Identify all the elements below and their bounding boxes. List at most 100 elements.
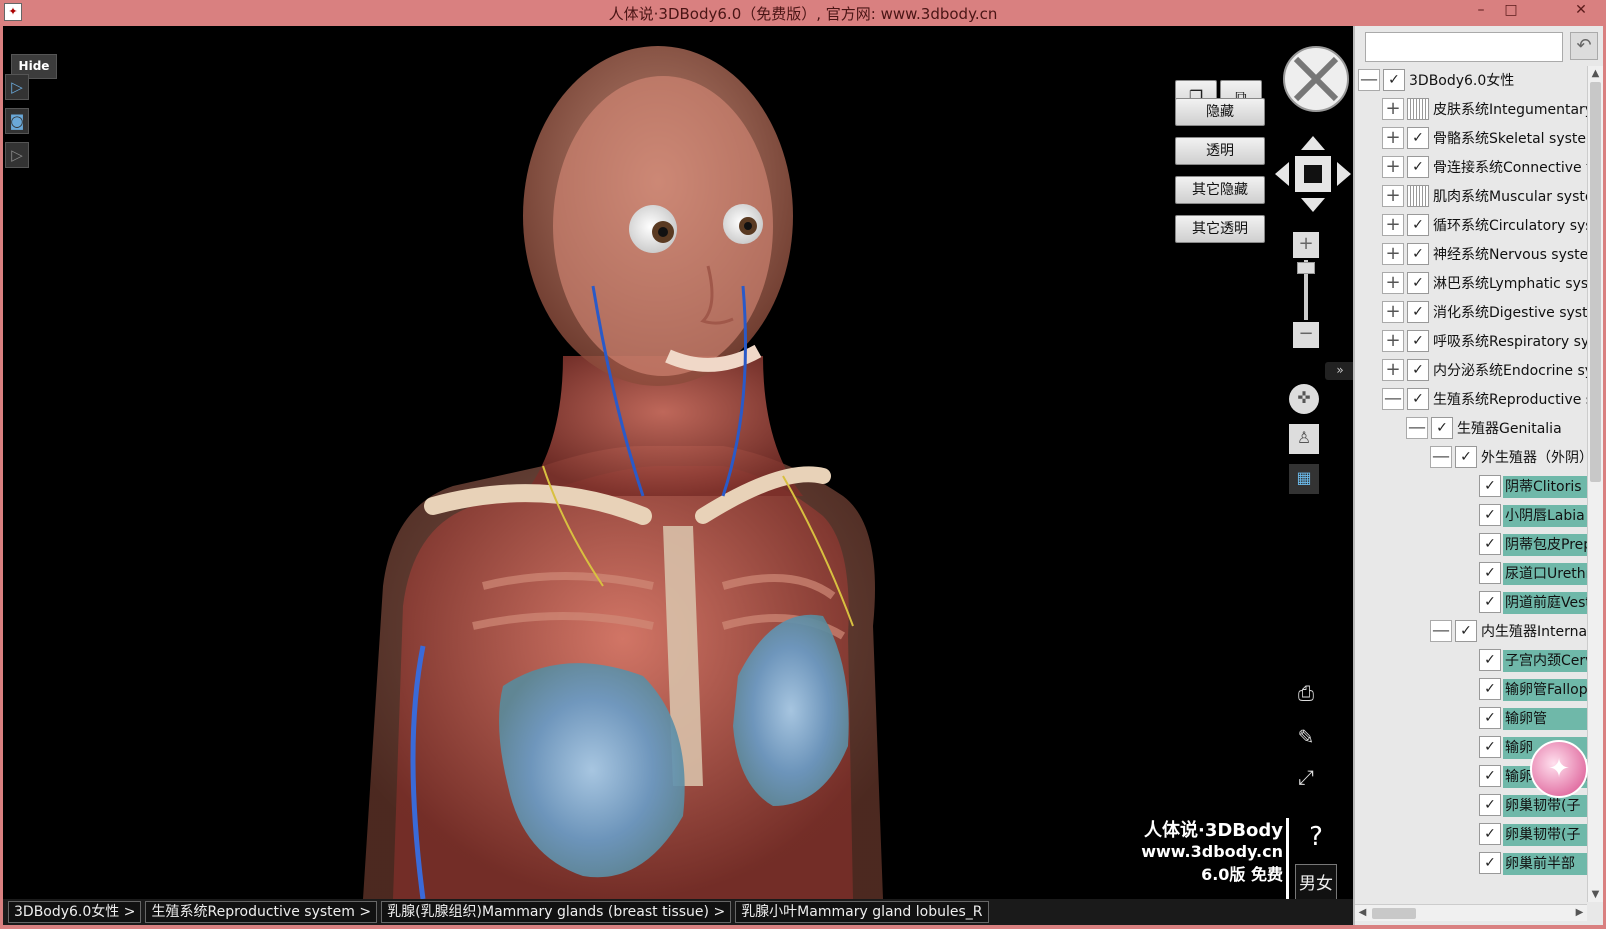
expand-icon[interactable]: +	[1382, 243, 1404, 265]
hide-selection-button[interactable]: 隐藏	[1175, 98, 1265, 126]
visibility-checkbox[interactable]: ✓	[1479, 765, 1501, 787]
search-input[interactable]	[1365, 32, 1563, 62]
tree-row[interactable]: +✓淋巴系统Lymphatic system	[1355, 269, 1587, 298]
tree-row[interactable]: — ✓ 生殖器Genitalia	[1355, 414, 1587, 443]
visibility-checkbox[interactable]: ✓	[1479, 504, 1501, 526]
collapse-icon[interactable]: —	[1382, 388, 1404, 410]
visibility-checkbox[interactable]: ✓	[1479, 475, 1501, 497]
expand-icon[interactable]: +	[1382, 156, 1404, 178]
expand-icon[interactable]: +	[1382, 127, 1404, 149]
tree-item-label[interactable]: 尿道口Urethra	[1503, 563, 1587, 585]
collapse-icon[interactable]: —	[1430, 620, 1452, 642]
tree-row[interactable]: ✓ 阴蒂Clitoris	[1355, 472, 1587, 501]
transparent-button[interactable]: 透明	[1175, 137, 1265, 165]
scroll-up-icon[interactable]: ▲	[1588, 66, 1603, 81]
collapse-icon[interactable]: —	[1358, 69, 1380, 91]
tree-item-label[interactable]: 内分泌系统Endocrine system	[1431, 360, 1587, 382]
tree-row[interactable]: ✓ 卵巢韧带(子	[1355, 820, 1587, 849]
assistant-bird-icon[interactable]: ✦	[1530, 740, 1588, 798]
hide-others-button[interactable]: 其它隐藏	[1175, 176, 1265, 204]
tree-item-label[interactable]: 骨连接系统Connective tissue	[1431, 157, 1587, 179]
minimize-button[interactable]: –	[1466, 0, 1496, 22]
expand-icon[interactable]: +	[1382, 330, 1404, 352]
scroll-right-icon[interactable]: ▶	[1572, 905, 1587, 921]
breadcrumb-item-reproductive[interactable]: 生殖系统Reproductive system >	[145, 901, 378, 923]
tree-item-label[interactable]: 皮肤系统Integumentary system	[1431, 99, 1587, 121]
rotate-center-icon[interactable]: ✜	[1289, 384, 1319, 414]
visibility-checkbox[interactable]: ✓	[1407, 243, 1429, 265]
visibility-checkbox[interactable]: ✓	[1479, 794, 1501, 816]
expand-icon[interactable]: +	[1382, 359, 1404, 381]
visibility-checkbox[interactable]: ✓	[1479, 707, 1501, 729]
expand-icon[interactable]: +	[1382, 272, 1404, 294]
visibility-checkbox[interactable]: ✓	[1431, 417, 1453, 439]
collapse-icon[interactable]: —	[1430, 446, 1452, 468]
tree-row[interactable]: +✓呼吸系统Respiratory system	[1355, 327, 1587, 356]
reset-view-icon[interactable]	[1281, 44, 1351, 114]
visibility-checkbox[interactable]: ✓	[1479, 736, 1501, 758]
pen-icon[interactable]: ✎	[1289, 720, 1323, 754]
tree-row[interactable]: +✓肌肉系统Muscular system	[1355, 182, 1587, 211]
play-icon[interactable]: ▷	[5, 74, 29, 100]
tree-item-label[interactable]: 卵巢前半部	[1503, 853, 1587, 875]
visibility-checkbox[interactable]: ✓	[1407, 359, 1429, 381]
tree-row[interactable]: ✓输卵管Fallopian	[1355, 675, 1587, 704]
tree-row[interactable]: +✓皮肤系统Integumentary system	[1355, 95, 1587, 124]
tree-item-label[interactable]: 小阴唇Labia	[1503, 505, 1587, 527]
gender-toggle-button[interactable]: 男女	[1295, 864, 1337, 899]
breadcrumb-item-root[interactable]: 3DBody6.0女性 >	[8, 901, 142, 923]
vertical-scrollbar[interactable]: ▲ ▼	[1587, 66, 1603, 902]
tree-item-label[interactable]: 阴蒂包皮Prepuce	[1503, 534, 1587, 556]
tree-item-label[interactable]: 消化系统Digestive system	[1431, 302, 1587, 324]
breadcrumb-item-mammary[interactable]: 乳腺(乳腺组织)Mammary glands (breast tissue) >	[381, 901, 732, 923]
scroll-down-icon[interactable]: ▼	[1588, 887, 1603, 902]
visibility-checkbox[interactable]: ✓	[1479, 649, 1501, 671]
visibility-checkbox[interactable]: ✓	[1407, 156, 1429, 178]
visibility-checkbox[interactable]: ✓	[1479, 678, 1501, 700]
tree-item-label[interactable]: 输卵管Fallopian	[1503, 679, 1587, 701]
visibility-checkbox[interactable]: ✓	[1479, 562, 1501, 584]
collapse-panel-button[interactable]: »	[1325, 362, 1353, 380]
print-icon[interactable]: ⎙	[1289, 676, 1323, 710]
visibility-checkbox[interactable]: ✓	[1455, 620, 1477, 642]
tree-row[interactable]: +✓消化系统Digestive system	[1355, 298, 1587, 327]
tree-row[interactable]: ✓ 输卵管	[1355, 704, 1587, 733]
visibility-checkbox[interactable]: ✓	[1407, 127, 1429, 149]
visibility-checkbox[interactable]: ✓	[1455, 446, 1477, 468]
tree-row[interactable]: +✓循环系统Circulatory system	[1355, 211, 1587, 240]
zoom-out-button[interactable]: −	[1293, 322, 1319, 348]
tree-item-label[interactable]: 生殖器Genitalia	[1455, 418, 1587, 440]
collapse-icon[interactable]: —	[1406, 417, 1428, 439]
tree-item-label[interactable]: 肌肉系统Muscular system	[1431, 186, 1587, 208]
visibility-checkbox[interactable]: ✓	[1479, 533, 1501, 555]
tree-item-label[interactable]: 输卵管	[1503, 708, 1587, 730]
tree-item-label[interactable]: 子宫内颈Cervix	[1503, 650, 1587, 672]
visibility-checkbox[interactable]: ✓	[1407, 185, 1429, 207]
tree-row[interactable]: — ✓ 外生殖器（外阴）	[1355, 443, 1587, 472]
tree-row[interactable]: +✓内分泌系统Endocrine system	[1355, 356, 1587, 385]
hscroll-thumb[interactable]	[1372, 908, 1416, 919]
help-icon[interactable]: ?	[1301, 822, 1331, 852]
tree-row[interactable]: — ✓ 内生殖器Internal	[1355, 617, 1587, 646]
tree-row[interactable]: ✓ 卵巢前半部	[1355, 849, 1587, 878]
visibility-checkbox[interactable]: ✓	[1383, 69, 1405, 91]
model-view-icon[interactable]: ◙	[5, 108, 29, 134]
maximize-button[interactable]: □	[1496, 0, 1526, 22]
tree-row[interactable]: +✓骨连接系统Connective tissue	[1355, 153, 1587, 182]
3d-viewport[interactable]: Hide ▷ ◙ ▷ ❐ ⧉ 隐藏 透明 其它隐藏 其它透明 + − » ✜ ♙…	[3, 26, 1353, 899]
tree-item-label[interactable]: 3DBody6.0女性	[1407, 70, 1587, 92]
tree-item-label[interactable]: 循环系统Circulatory system	[1431, 215, 1587, 237]
tree-row[interactable]: ✓子宫内颈Cervix	[1355, 646, 1587, 675]
zoom-slider-handle[interactable]	[1297, 262, 1315, 274]
tree-row[interactable]: ✓尿道口Urethra	[1355, 559, 1587, 588]
tree-row[interactable]: —✓生殖系统Reproductive system	[1355, 385, 1587, 414]
person-icon[interactable]: ♙	[1289, 424, 1319, 454]
expand-icon[interactable]: +	[1382, 185, 1404, 207]
transparent-others-button[interactable]: 其它透明	[1175, 215, 1265, 243]
expand-icon[interactable]: +	[1382, 214, 1404, 236]
fullscreen-icon[interactable]: ⤢	[1289, 760, 1323, 794]
tree-item-label[interactable]: 卵巢韧带(子	[1503, 795, 1587, 817]
visibility-checkbox[interactable]: ✓	[1479, 823, 1501, 845]
scroll-left-icon[interactable]: ◀	[1355, 905, 1370, 921]
tree-row[interactable]: + ✓ 神经系统Nervous system	[1355, 240, 1587, 269]
